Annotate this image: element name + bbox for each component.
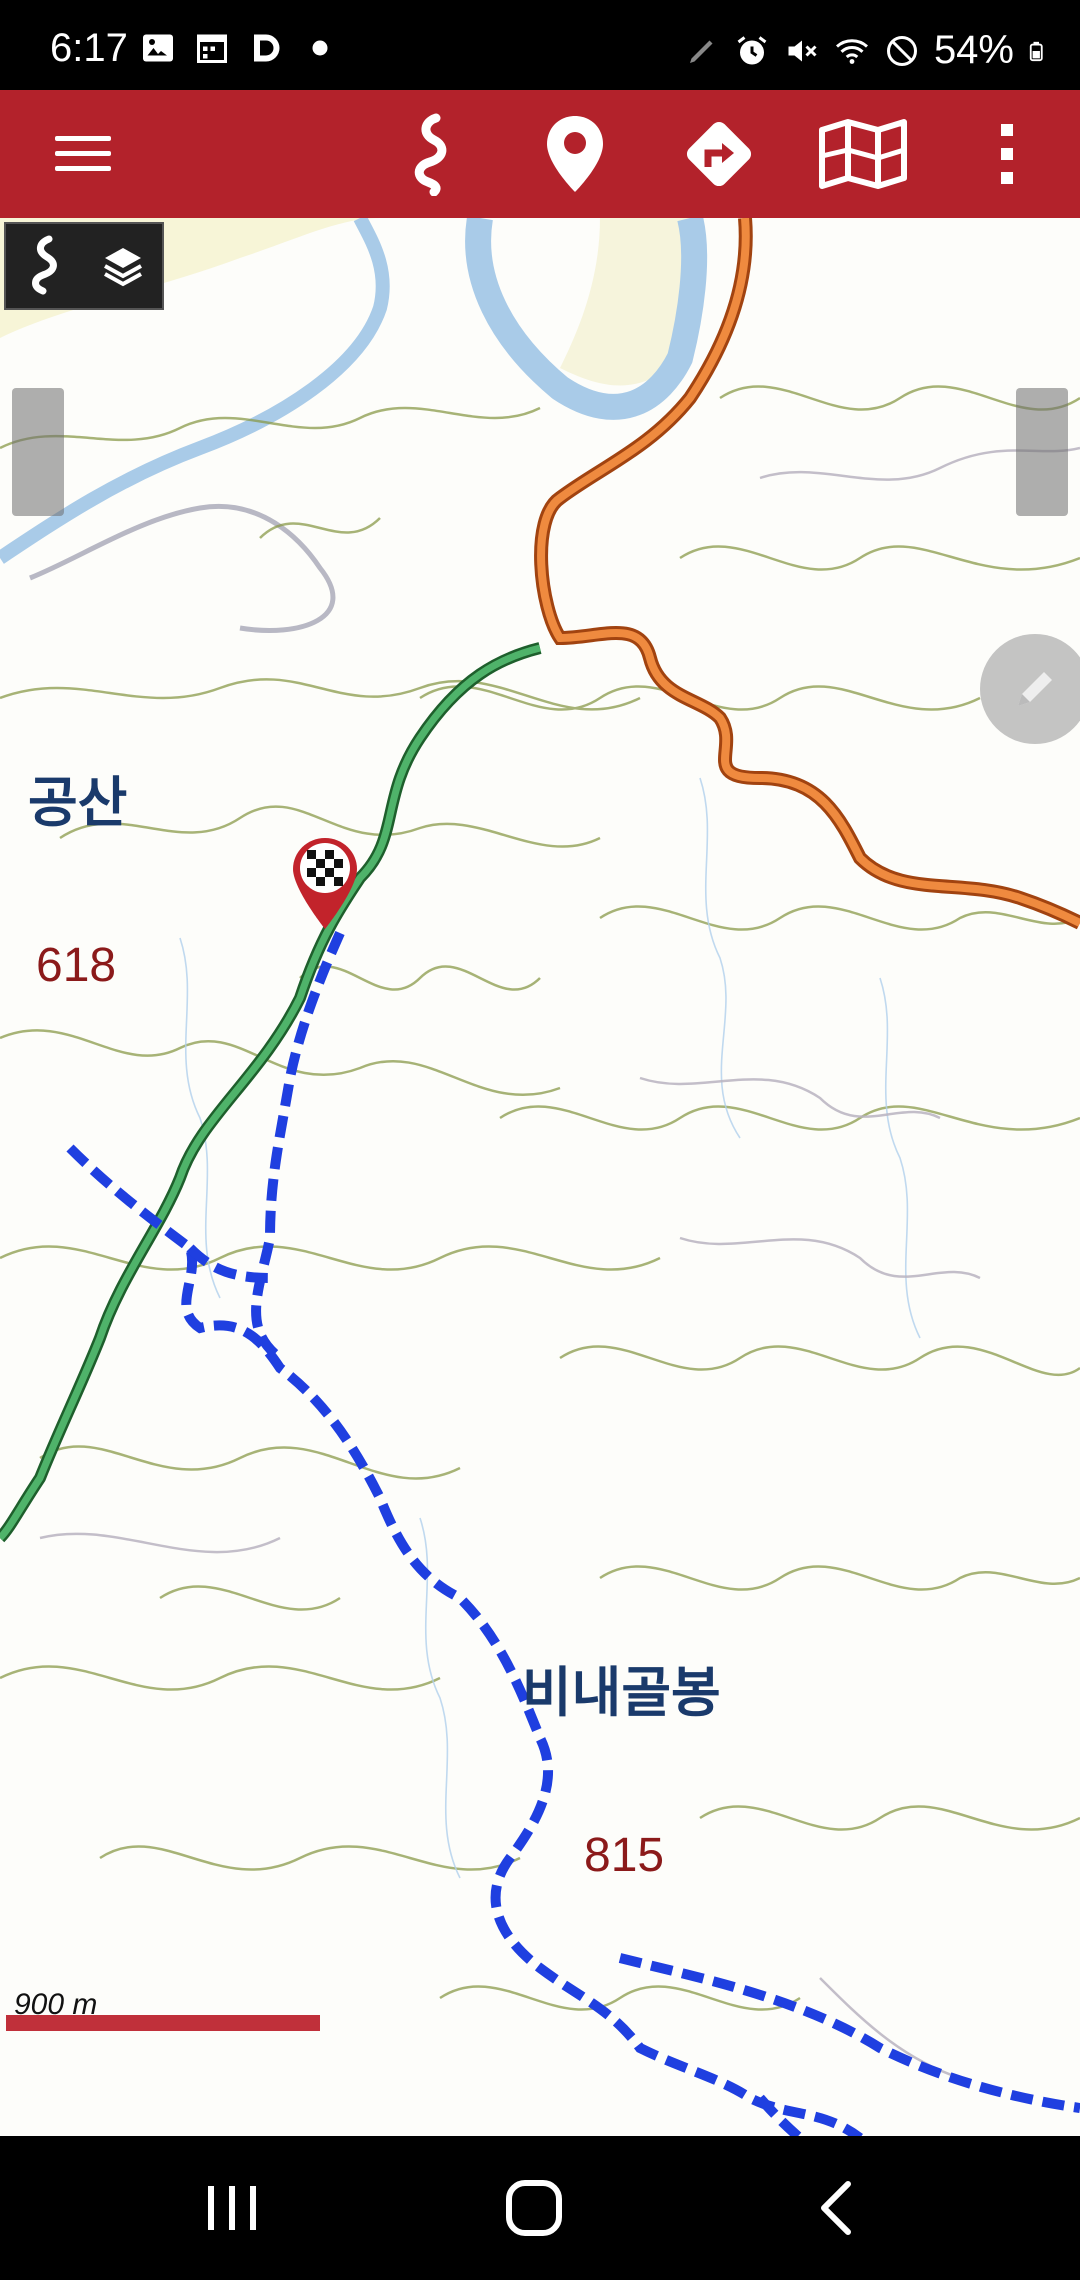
pen-icon	[689, 40, 713, 63]
edit-button[interactable]	[980, 634, 1080, 744]
layers-icon	[104, 248, 142, 287]
back-button[interactable]	[766, 2136, 906, 2280]
status-bar: 6:17 54%	[0, 0, 1080, 90]
battery-percent: 54%	[933, 28, 1014, 72]
track-icon	[414, 113, 447, 196]
track-overlay-button[interactable]	[6, 224, 84, 308]
recents-button[interactable]	[162, 2136, 302, 2280]
wifi-icon	[835, 38, 868, 64]
place-label-binaegolbong: 비내골봉	[522, 1661, 721, 1724]
elevation-label-618: 618	[36, 939, 117, 992]
scale-bar	[6, 2015, 320, 2031]
place-label-gongsan: 공산	[28, 771, 128, 834]
alarm-icon	[737, 35, 767, 64]
elevation-label-815: 815	[584, 1829, 665, 1882]
battery-icon	[1029, 41, 1043, 61]
menu-icon	[55, 136, 111, 171]
map-icon	[819, 119, 907, 189]
more-options-button[interactable]	[952, 90, 1062, 218]
back-icon	[821, 2181, 851, 2235]
dot-icon	[312, 40, 328, 56]
status-left-icons	[140, 30, 338, 66]
left-drawer-handle[interactable]	[12, 388, 64, 516]
location-pin-icon	[547, 116, 603, 192]
map-view[interactable]: 공산 비내골봉 618 815 900 m	[0, 218, 1080, 2136]
finish-flag-marker[interactable]	[290, 836, 360, 932]
image-icon	[143, 34, 173, 62]
system-nav-bar	[0, 2136, 1080, 2280]
recents-icon	[208, 2186, 256, 2230]
map-button[interactable]	[808, 90, 918, 218]
track-button[interactable]	[376, 90, 486, 218]
more-vert-icon	[1001, 124, 1013, 184]
home-icon	[506, 2180, 562, 2236]
d-app-icon	[254, 34, 280, 62]
layers-button[interactable]	[84, 224, 162, 308]
track-icon	[32, 235, 57, 295]
location-button[interactable]	[520, 90, 630, 218]
pencil-icon	[1018, 672, 1052, 706]
app-toolbar	[0, 90, 1080, 218]
status-right-icons: 54%	[684, 28, 1050, 73]
topographic-map[interactable]	[0, 218, 1080, 2136]
menu-button[interactable]	[28, 90, 138, 218]
map-overlay-controls	[4, 222, 164, 310]
mute-icon	[788, 40, 817, 61]
status-time: 6:17	[50, 26, 128, 70]
directions-button[interactable]	[664, 90, 774, 218]
dnd-icon	[886, 35, 917, 66]
home-button[interactable]	[464, 2136, 604, 2280]
right-drawer-handle[interactable]	[1016, 388, 1068, 516]
calendar-icon	[197, 34, 227, 63]
directions-icon	[686, 121, 752, 187]
